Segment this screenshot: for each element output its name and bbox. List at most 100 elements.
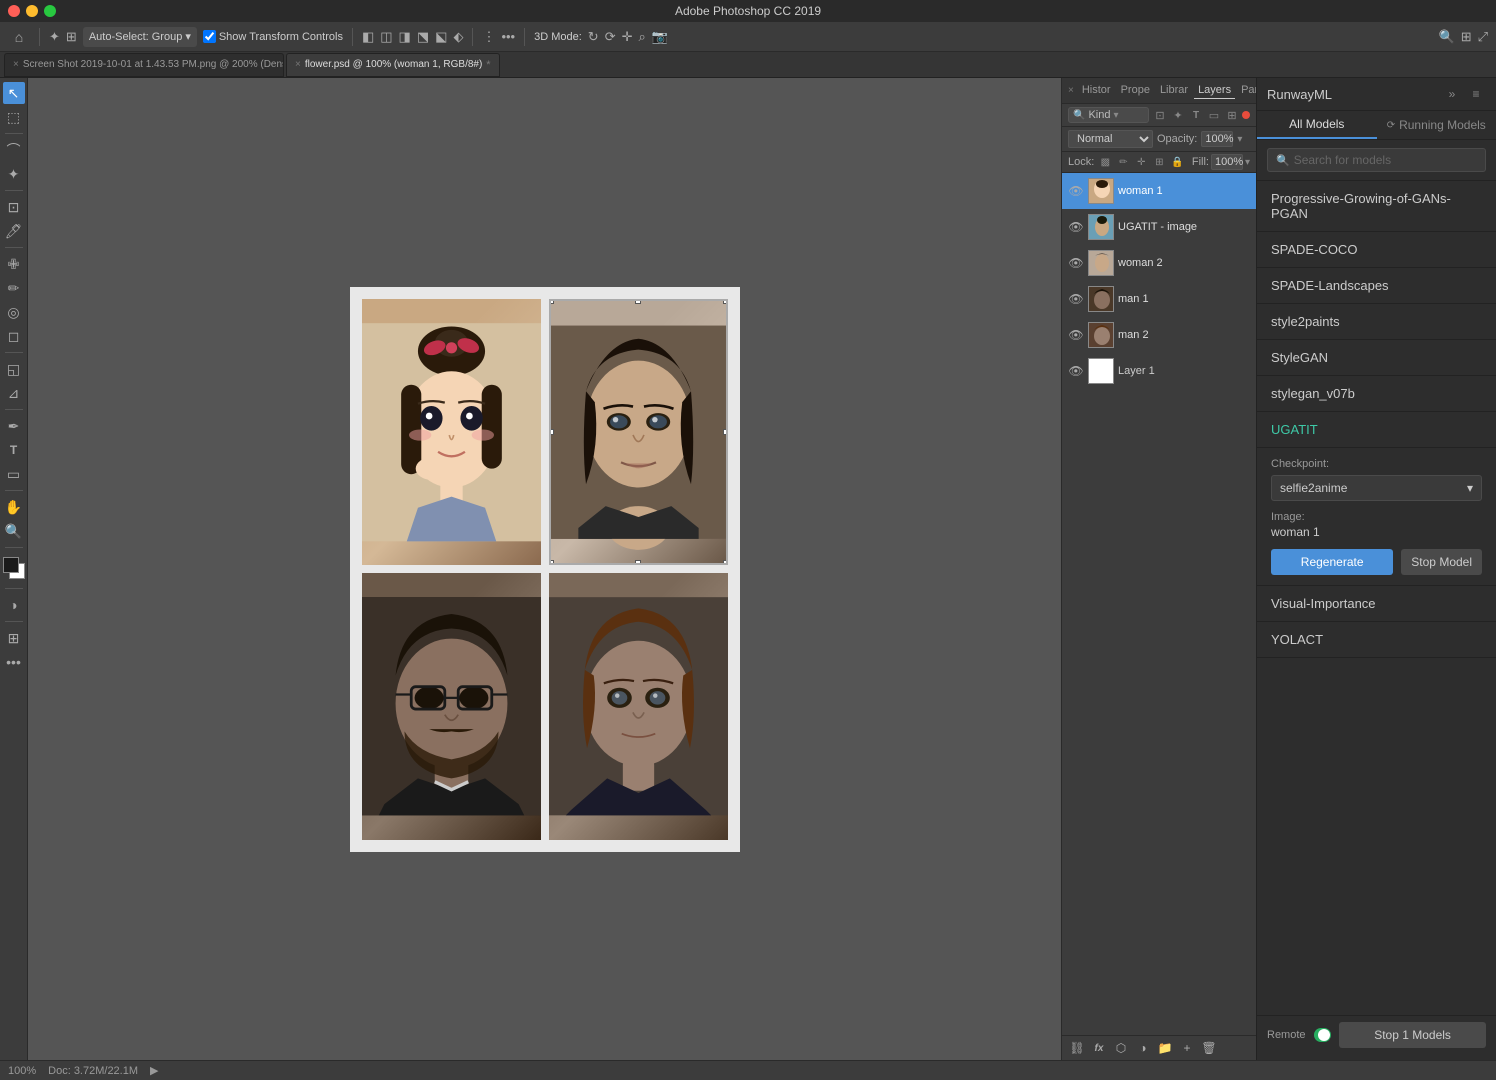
align-bottom-icon[interactable]: ⬖: [453, 29, 463, 45]
marquee-tool[interactable]: ⬚: [3, 106, 25, 128]
layer-item-layer1[interactable]: 👁 Layer 1: [1062, 353, 1256, 389]
kind-dropdown-icon[interactable]: ▾: [1113, 110, 1118, 121]
runway-search-input[interactable]: [1294, 153, 1477, 167]
shape-tool[interactable]: ▭: [3, 463, 25, 485]
layer-eye-layer1[interactable]: 👁: [1068, 363, 1084, 379]
runway-menu-btn[interactable]: ≡: [1466, 84, 1486, 104]
new-layer-btn[interactable]: +: [1178, 1039, 1196, 1057]
lock-transparency-icon[interactable]: ▩: [1098, 155, 1112, 169]
lasso-tool[interactable]: ⌒: [3, 139, 25, 161]
add-mask-btn[interactable]: ⬡: [1112, 1039, 1130, 1057]
ugatit-header[interactable]: UGATIT: [1257, 412, 1496, 448]
tab-layers[interactable]: Layers: [1194, 82, 1235, 99]
panel-close-btn[interactable]: ×: [1068, 85, 1074, 96]
runway-tab-all-models[interactable]: All Models: [1257, 111, 1377, 139]
model-item-style2paints[interactable]: style2paints: [1257, 304, 1496, 340]
close-button[interactable]: [8, 5, 20, 17]
transform-checkbox[interactable]: [203, 30, 216, 43]
healing-tool[interactable]: ✙: [3, 253, 25, 275]
lock-position-icon[interactable]: ✛: [1134, 155, 1148, 169]
move-tool-icon[interactable]: ✦: [49, 29, 60, 45]
align-left-icon[interactable]: ◧: [362, 29, 374, 45]
layer-item-man2[interactable]: 👁 man 2: [1062, 317, 1256, 353]
model-item-stylegan[interactable]: StyleGAN: [1257, 340, 1496, 376]
align-right-icon[interactable]: ◨: [399, 29, 411, 45]
layer-eye-man1[interactable]: 👁: [1068, 291, 1084, 307]
layer-eye-man2[interactable]: 👁: [1068, 327, 1084, 343]
maximize-button[interactable]: [44, 5, 56, 17]
text-tool[interactable]: T: [3, 439, 25, 461]
blend-mode-select[interactable]: Normal Multiply Screen Overlay: [1068, 130, 1153, 148]
lock-all-icon[interactable]: 🔒: [1170, 155, 1184, 169]
arrange-icon[interactable]: ⊞: [66, 29, 77, 45]
orbit-icon[interactable]: ⟳: [605, 29, 616, 45]
layer-item-ugatit[interactable]: 👁 UGATIT - image: [1062, 209, 1256, 245]
crop-tool[interactable]: ⊡: [3, 196, 25, 218]
lock-artboard-icon[interactable]: ⊞: [1152, 155, 1166, 169]
opacity-dropdown-icon[interactable]: ▾: [1237, 134, 1242, 145]
tab-close-flower[interactable]: ×: [295, 59, 301, 70]
pan-3d-icon[interactable]: ✛: [622, 29, 633, 45]
link-layers-btn[interactable]: ⛓: [1068, 1039, 1086, 1057]
align-top-icon[interactable]: ⬔: [417, 29, 429, 45]
layer-eye-ugatit[interactable]: 👁: [1068, 219, 1084, 235]
pen-tool[interactable]: ✒: [3, 415, 25, 437]
quick-mask-icon[interactable]: ◑: [3, 594, 25, 616]
filter-smart-icon[interactable]: ⊞: [1224, 107, 1240, 123]
remote-toggle[interactable]: [1314, 1028, 1332, 1042]
distribute-icon[interactable]: ⋮: [482, 29, 495, 45]
regenerate-btn[interactable]: Regenerate: [1271, 549, 1393, 575]
lock-paint-icon[interactable]: ✏: [1116, 155, 1130, 169]
layer-eye-woman2[interactable]: 👁: [1068, 255, 1084, 271]
model-item-pgan[interactable]: Progressive-Growing-of-GANs-PGAN: [1257, 181, 1496, 232]
move-tool[interactable]: ↖: [3, 82, 25, 104]
tab-histor[interactable]: Histor: [1078, 82, 1115, 99]
eyedropper-tool[interactable]: 🖊: [3, 220, 25, 242]
add-adjustment-btn[interactable]: ◑: [1134, 1039, 1152, 1057]
opacity-value[interactable]: 100%: [1201, 131, 1233, 147]
foreground-color-swatch[interactable]: [3, 557, 19, 573]
screen-mode-icon[interactable]: ⊞: [3, 627, 25, 649]
zoom-3d-icon[interactable]: ⌕: [639, 29, 646, 45]
fill-dropdown-icon[interactable]: ▾: [1245, 157, 1250, 168]
brush-tool[interactable]: ✏: [3, 277, 25, 299]
eraser-tool[interactable]: ◻: [3, 325, 25, 347]
gradient-tool[interactable]: ◱: [3, 358, 25, 380]
canvas-area[interactable]: [28, 78, 1061, 1060]
clone-tool[interactable]: ◎: [3, 301, 25, 323]
delete-layer-btn[interactable]: 🗑: [1200, 1039, 1218, 1057]
model-item-spade-landscapes[interactable]: SPADE-Landscapes: [1257, 268, 1496, 304]
filter-pixel-icon[interactable]: ⊡: [1152, 107, 1168, 123]
minimize-button[interactable]: [26, 5, 38, 17]
checkpoint-select[interactable]: selfie2anime ▾: [1271, 475, 1482, 501]
hand-tool[interactable]: ✋: [3, 496, 25, 518]
model-item-stylegan-v07b[interactable]: stylegan_v07b: [1257, 376, 1496, 412]
workspace-icon[interactable]: ⊞: [1461, 29, 1472, 45]
runway-expand-btn[interactable]: »: [1442, 84, 1462, 104]
status-arrow[interactable]: ▶: [150, 1064, 158, 1077]
extras-icon[interactable]: •••: [3, 651, 25, 673]
layer-fx-btn[interactable]: fx: [1090, 1039, 1108, 1057]
add-group-btn[interactable]: 📁: [1156, 1039, 1174, 1057]
camera-icon[interactable]: 📷: [652, 29, 668, 45]
layer-eye-woman1[interactable]: 👁: [1068, 183, 1084, 199]
layer-item-woman1[interactable]: 👁 woman 1: [1062, 173, 1256, 209]
rotate-3d-icon[interactable]: ↻: [588, 29, 599, 45]
zoom-tool[interactable]: 🔍: [3, 520, 25, 542]
runway-tab-running-models[interactable]: ⟳ Running Models: [1377, 111, 1496, 139]
magic-wand-tool[interactable]: ✦: [3, 163, 25, 185]
blur-tool[interactable]: ⊿: [3, 382, 25, 404]
align-center-icon[interactable]: ◫: [380, 29, 392, 45]
expand-icon[interactable]: ⤢: [1478, 29, 1488, 45]
tab-flower[interactable]: × flower.psd @ 100% (woman 1, RGB/8#) *: [286, 53, 500, 77]
auto-select-btn[interactable]: Auto-Select: Group ▾: [83, 27, 197, 47]
model-item-spade-coco[interactable]: SPADE-COCO: [1257, 232, 1496, 268]
search-icon[interactable]: 🔍: [1439, 29, 1455, 45]
home-icon[interactable]: ⌂: [8, 26, 30, 48]
layer-item-man1[interactable]: 👁 man 1: [1062, 281, 1256, 317]
model-item-yolact[interactable]: YOLACT: [1257, 622, 1496, 658]
filter-adjustment-icon[interactable]: ✦: [1170, 107, 1186, 123]
stop-model-btn[interactable]: Stop Model: [1401, 549, 1482, 575]
tab-librar[interactable]: Librar: [1156, 82, 1192, 99]
fill-value[interactable]: 100%: [1211, 154, 1243, 170]
